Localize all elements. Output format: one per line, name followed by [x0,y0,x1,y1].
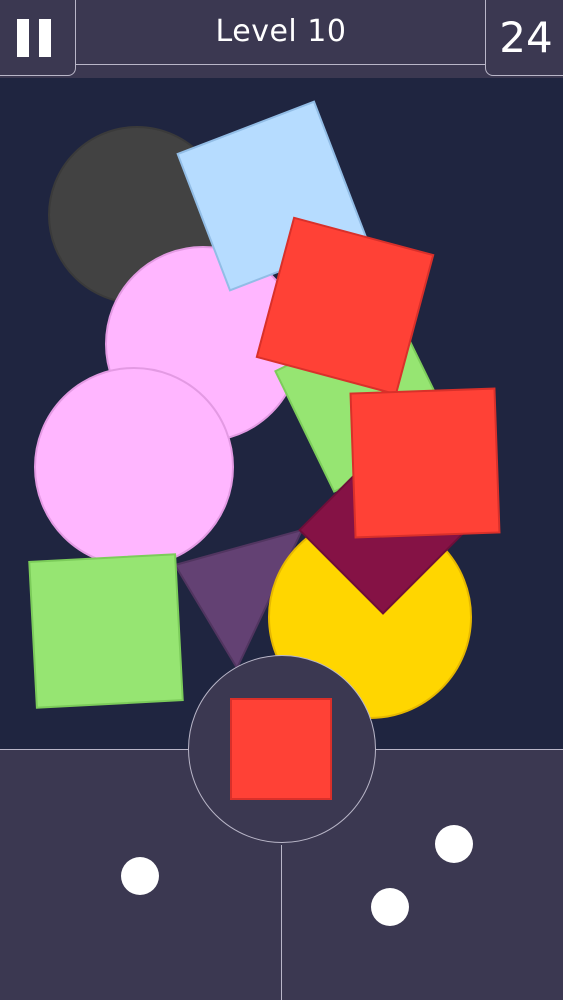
pause-icon-bar [39,19,51,57]
level-title: Level 10 [215,14,347,49]
shape-counter: 24 [485,0,563,76]
header-underline [76,64,486,65]
right-lane-dot-upper [435,825,473,863]
lane-divider [281,845,282,1000]
game-screen: Level 10 24 [0,0,563,1000]
shape-launcher[interactable] [188,655,376,843]
red-square-right [349,387,501,539]
pause-icon [17,19,29,57]
current-shape [230,698,332,800]
green-square-left [28,553,184,709]
shape-count: 24 [499,13,553,62]
current-red-square [230,698,332,800]
right-lane-dot-lower [371,888,409,926]
pink-circle-lower [34,367,234,567]
pause-button[interactable] [0,0,76,76]
left-lane-dot [121,857,159,895]
